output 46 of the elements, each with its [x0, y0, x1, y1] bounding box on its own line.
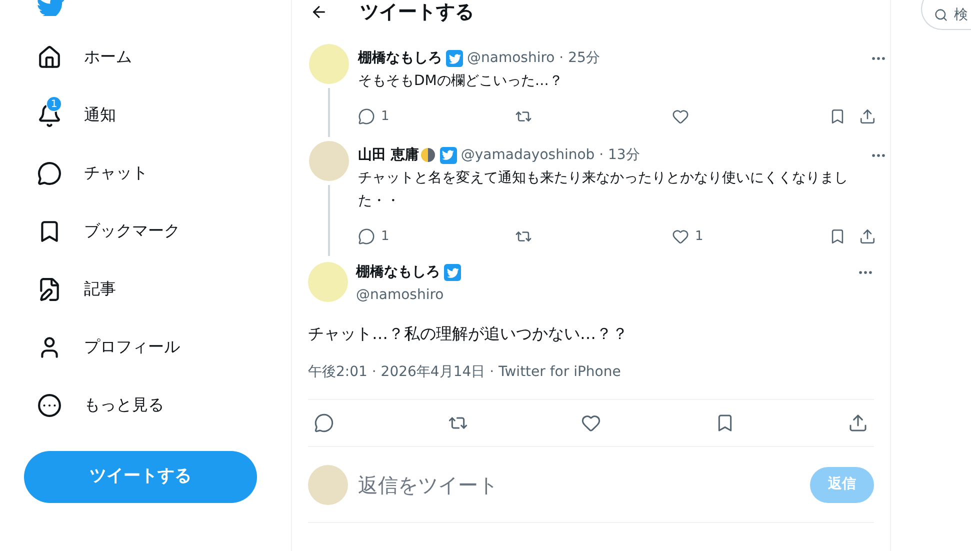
search-field[interactable]: 検	[921, 0, 971, 30]
share-icon	[859, 228, 876, 245]
nav-item[interactable]: 記事	[24, 269, 291, 309]
tweet-text: チャット…？私の理解が追いつかない…？？	[308, 323, 629, 345]
user-name[interactable]: 山田 恵庸	[358, 144, 419, 166]
reply-button[interactable]	[314, 413, 334, 433]
reply-button[interactable]: 1	[358, 226, 390, 246]
like-button[interactable]	[581, 413, 601, 433]
heart-icon	[672, 228, 689, 245]
user-handle: @namoshiro	[356, 286, 445, 305]
nav-item[interactable]: もっと見る	[24, 385, 291, 425]
share-button[interactable]	[859, 108, 876, 126]
user-handle-and-time: @namoshiro · 25分	[467, 49, 600, 68]
chat-bubble-icon	[36, 160, 62, 186]
reply-icon	[358, 108, 375, 126]
bookmark-icon	[829, 108, 846, 126]
tweet-text: チャットと名を変えて通知も来たり来なかったりとかなり使いにくくなりました・・	[358, 168, 849, 210]
like-button[interactable]	[672, 108, 689, 126]
user-name[interactable]: 棚橋なもしろ	[356, 262, 440, 283]
tweet-timestamp[interactable]: 午後2:01 · 2026年4月14日 · Twitter for iPhone	[308, 362, 874, 400]
search-icon	[934, 8, 948, 22]
nav-item[interactable]: 1 通知	[24, 95, 291, 135]
heart-icon	[672, 108, 689, 126]
more-icon	[36, 392, 62, 418]
share-icon	[848, 413, 868, 433]
nav-item[interactable]: ブックマーク	[24, 211, 291, 251]
share-icon	[859, 108, 876, 126]
nav-item[interactable]: プロフィール	[24, 327, 291, 367]
page-title: ツイートする	[360, 0, 474, 25]
like-button[interactable]: 1	[672, 226, 704, 246]
nav-item[interactable]: チャット	[24, 153, 291, 193]
heart-icon	[581, 413, 601, 433]
tweet-text: そもそもDMの欄どこいった…？	[358, 72, 564, 91]
reply-icon	[314, 413, 334, 433]
reply-icon	[358, 228, 375, 245]
home-icon	[36, 44, 62, 70]
reply-button[interactable]: 1	[358, 107, 390, 126]
share-button[interactable]	[848, 413, 868, 433]
notification-badge: 1	[46, 96, 62, 112]
user-name[interactable]: 棚橋なもしろ	[358, 48, 442, 69]
nav-item[interactable]: ホーム	[24, 37, 291, 77]
bookmark-button[interactable]	[829, 108, 846, 126]
bookmark-icon	[829, 228, 846, 245]
user-handle-and-time: @yamadayoshinob · 13分	[460, 146, 640, 164]
share-button[interactable]	[859, 228, 876, 245]
bookmark-button[interactable]	[829, 228, 846, 245]
